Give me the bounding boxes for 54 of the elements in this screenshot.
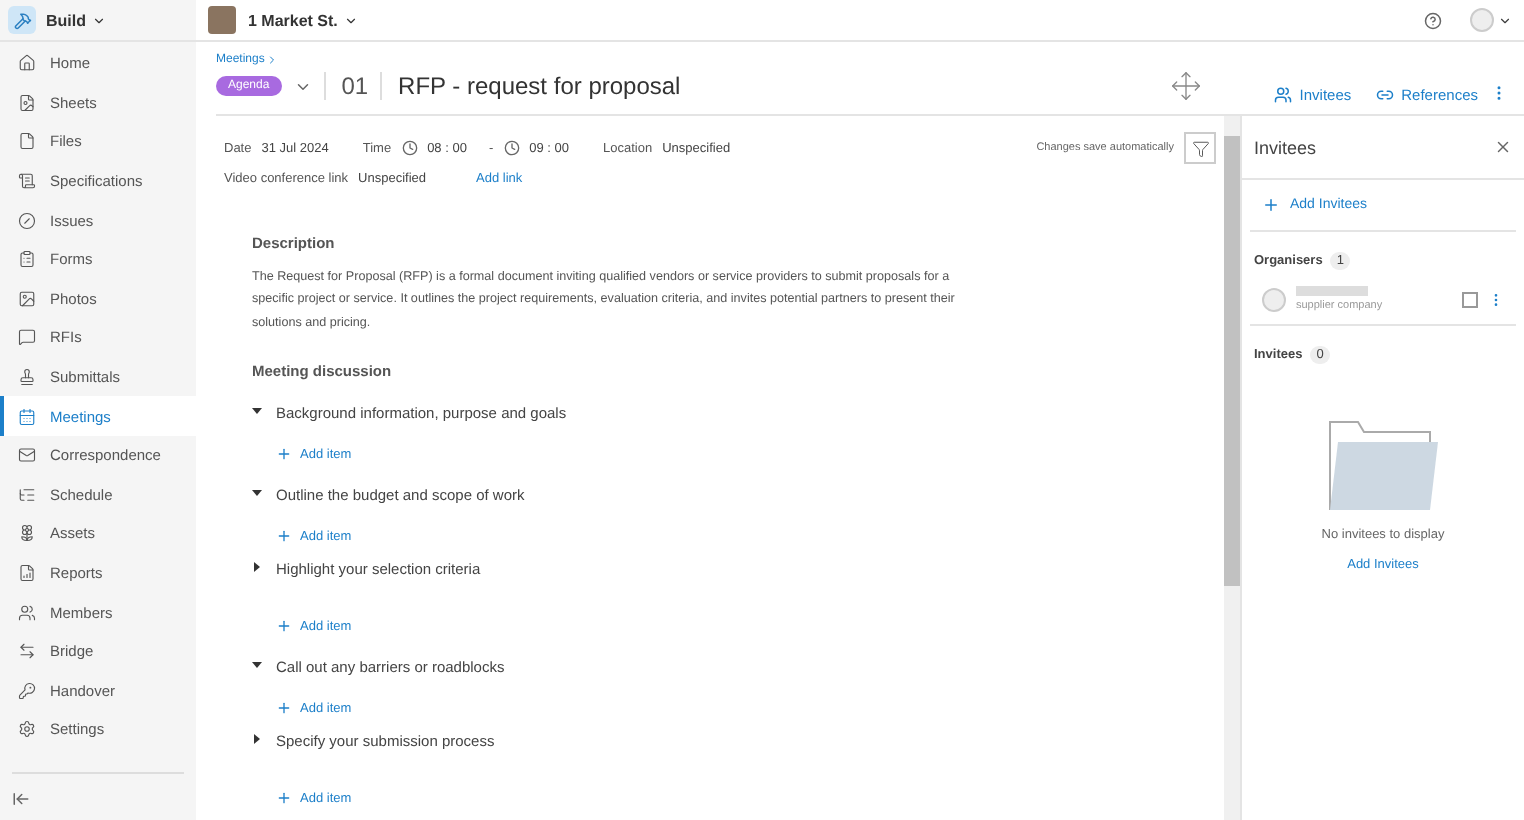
- link-icon: [1375, 85, 1394, 103]
- plus-icon: [276, 528, 292, 544]
- collapse-icon[interactable]: [12, 790, 30, 808]
- caret-down-icon[interactable]: [252, 405, 264, 419]
- file-icon: [18, 132, 36, 151]
- stamp-icon: [18, 368, 36, 387]
- sheet-icon: [18, 93, 36, 112]
- close-icon[interactable]: [1494, 138, 1512, 156]
- document-icon: [18, 172, 36, 191]
- clock-icon: [401, 140, 418, 156]
- report-icon: [18, 564, 36, 583]
- chevron-icon: [266, 54, 279, 66]
- name-placeholder: [1296, 286, 1368, 296]
- app-switcher[interactable]: Build: [46, 11, 106, 29]
- move-icon[interactable]: [1169, 70, 1202, 102]
- caret-icon: [92, 13, 106, 27]
- meeting-number: 01: [323, 72, 369, 100]
- speech-bubble-icon: [18, 328, 36, 347]
- checkbox[interactable]: [1462, 291, 1478, 307]
- help-icon[interactable]: [1424, 11, 1442, 29]
- caret-down-icon[interactable]: [252, 487, 264, 501]
- home-icon: [18, 54, 36, 73]
- slashed-circle-icon: [18, 211, 36, 230]
- plus-icon: [276, 790, 292, 806]
- image-icon: [18, 289, 36, 308]
- caret-right-icon[interactable]: [252, 561, 264, 575]
- envelope-icon: [18, 446, 36, 465]
- caret-icon[interactable]: [1498, 13, 1512, 27]
- filter-button[interactable]: [1184, 132, 1216, 164]
- plus-icon: [276, 700, 292, 716]
- people-icon: [1273, 85, 1292, 103]
- panel-title: Invitees: [1254, 137, 1317, 157]
- avatar-icon: [1262, 287, 1286, 311]
- list-icon: [18, 485, 36, 504]
- flower-icon: [18, 524, 36, 543]
- folder-icon: [1327, 420, 1439, 512]
- hammer-icon: [8, 6, 36, 34]
- caret-right-icon[interactable]: [252, 733, 264, 747]
- plus-icon: [276, 446, 292, 462]
- caret-icon: [343, 13, 358, 27]
- calendar-icon: [18, 407, 36, 426]
- project-switcher[interactable]: 1 Market St.: [248, 11, 358, 29]
- caret-down-icon[interactable]: [252, 659, 264, 673]
- clipboard-icon: [18, 250, 36, 269]
- plus-icon: [276, 618, 292, 634]
- clock-icon: [503, 140, 520, 156]
- photo-placeholder: [208, 6, 236, 34]
- people-icon: [18, 603, 36, 622]
- arrows-icon: [18, 642, 36, 661]
- filter-icon: [1191, 139, 1209, 157]
- meeting-title: RFP - request for proposal: [380, 72, 681, 100]
- plus-icon: [1262, 196, 1280, 214]
- settings-icon: [18, 720, 36, 739]
- key-icon: [18, 681, 36, 700]
